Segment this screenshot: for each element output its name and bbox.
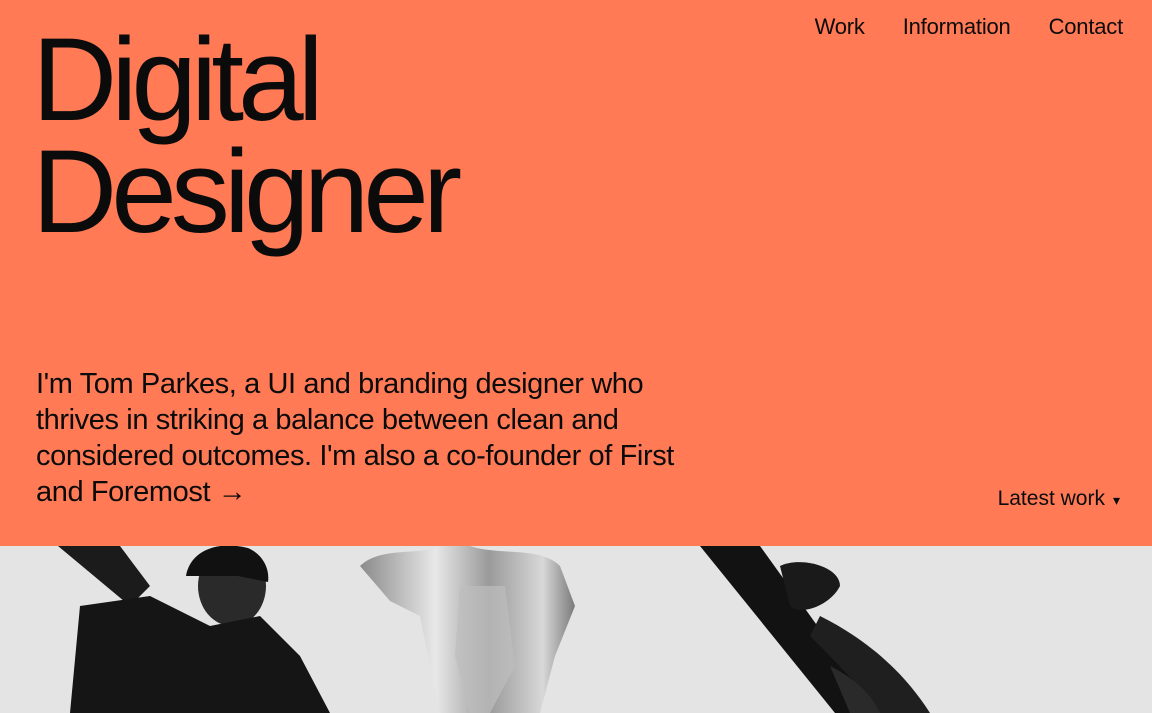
hero-section: Work Information Contact Digital Designe… [0, 0, 1152, 546]
top-nav: Work Information Contact [815, 14, 1124, 40]
nav-link-contact[interactable]: Contact [1049, 14, 1124, 40]
intro-paragraph: I'm Tom Parkes, a UI and branding design… [36, 366, 676, 510]
nav-link-work[interactable]: Work [815, 14, 865, 40]
hero-photo [0, 546, 1152, 713]
nav-link-information[interactable]: Information [903, 14, 1011, 40]
latest-work-label: Latest work [997, 487, 1105, 510]
page-title-line-2: Designer [32, 126, 462, 258]
latest-work-button[interactable]: Latest work ▾ [998, 487, 1120, 511]
arrow-right-icon: → [217, 476, 247, 508]
hero-photo-image [0, 546, 1152, 713]
page-title: Digital Designer [32, 14, 462, 258]
caret-down-icon: ▾ [1112, 491, 1120, 508]
page-title-line-1: Digital [32, 14, 324, 146]
